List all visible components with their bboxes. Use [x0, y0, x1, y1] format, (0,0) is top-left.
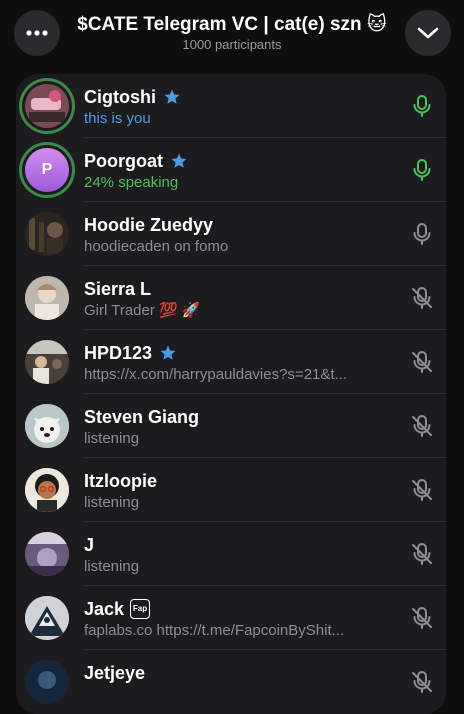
fap-badge-icon: Fap — [130, 599, 151, 619]
avatar-letter: P — [41, 161, 53, 178]
participant-name: Jack — [84, 599, 125, 619]
avatar — [25, 468, 69, 512]
avatar: P — [25, 148, 69, 192]
call-header: $CATE Telegram VC | cat(e) szn 🐱 1000 pa… — [0, 0, 464, 72]
participant-row[interactable]: Hoodie Zuedyy hoodiecaden on fomo — [16, 202, 446, 266]
mic-muted-icon[interactable] — [410, 414, 434, 438]
avatar — [25, 84, 69, 128]
call-title: $CATE Telegram VC | cat(e) szn 🐱 — [77, 14, 387, 35]
participant-row[interactable]: J listening — [16, 522, 446, 586]
participant-name: HPD123 — [84, 343, 153, 363]
avatar — [25, 532, 69, 576]
participant-name: J — [84, 535, 95, 555]
avatar — [25, 660, 69, 704]
avatar — [25, 340, 69, 384]
mic-muted-icon[interactable] — [410, 286, 434, 310]
mic-muted-icon[interactable] — [410, 542, 434, 566]
participant-status: listening — [84, 558, 140, 575]
participant-row[interactable]: Sierra L Girl Trader 💯 🚀 — [16, 266, 446, 330]
participant-name: Cigtoshi — [84, 87, 156, 107]
participant-list[interactable]: Cigtoshi this is you P Poorgoat 24% spea… — [16, 74, 446, 714]
verified-star-icon — [160, 345, 176, 360]
avatar — [25, 212, 69, 256]
participant-count: 1000 participants — [182, 37, 282, 52]
verified-star-icon — [164, 89, 180, 104]
participant-row[interactable]: HPD123 https://x.com/harrypauldavies?s=2… — [16, 330, 446, 394]
verified-star-icon — [171, 153, 187, 168]
collapse-button[interactable] — [405, 10, 451, 56]
mic-muted-icon[interactable] — [410, 670, 434, 694]
participant-status: Girl Trader 💯 🚀 — [84, 302, 201, 319]
participant-row[interactable]: Cigtoshi this is you — [16, 74, 446, 138]
avatar — [25, 404, 69, 448]
call-title-block: $CATE Telegram VC | cat(e) szn 🐱 1000 pa… — [70, 14, 394, 53]
participant-name: Poorgoat — [84, 151, 163, 171]
participant-status: https://x.com/harrypauldavies?s=21&t... — [84, 366, 348, 383]
participant-row[interactable]: Jack Fap faplabs.co https://t.me/Fapcoin… — [16, 586, 446, 650]
participant-name: Jetjeye — [84, 663, 146, 683]
participant-status: 24% speaking — [84, 174, 179, 191]
participant-row[interactable]: Steven Giang listening — [16, 394, 446, 458]
participant-name: Sierra L — [84, 279, 152, 299]
more-button[interactable] — [14, 10, 60, 56]
participant-name: Hoodie Zuedyy — [84, 215, 214, 235]
participant-row[interactable]: Itzloopie listening — [16, 458, 446, 522]
chevron-down-icon — [417, 27, 439, 39]
participant-status: faplabs.co https://t.me/FapcoinByShit... — [84, 622, 345, 639]
participant-row[interactable]: P Poorgoat 24% speaking — [16, 138, 446, 202]
mic-muted-icon[interactable] — [410, 478, 434, 502]
mic-muted-icon[interactable] — [410, 350, 434, 374]
mic-icon[interactable] — [410, 222, 434, 246]
avatar — [25, 276, 69, 320]
mic-active-icon[interactable] — [410, 158, 434, 182]
participant-name: Steven Giang — [84, 407, 200, 427]
mic-muted-icon[interactable] — [410, 606, 434, 630]
participant-status: this is you — [84, 110, 151, 127]
participant-status: hoodiecaden on fomo — [84, 238, 229, 255]
avatar — [25, 596, 69, 640]
mic-active-icon[interactable] — [410, 94, 434, 118]
participant-name: Itzloopie — [84, 471, 157, 491]
participant-status: listening — [84, 494, 140, 511]
participant-status: listening — [84, 430, 140, 447]
more-icon — [26, 30, 48, 36]
participant-row[interactable]: Jetjeye — [16, 650, 446, 714]
